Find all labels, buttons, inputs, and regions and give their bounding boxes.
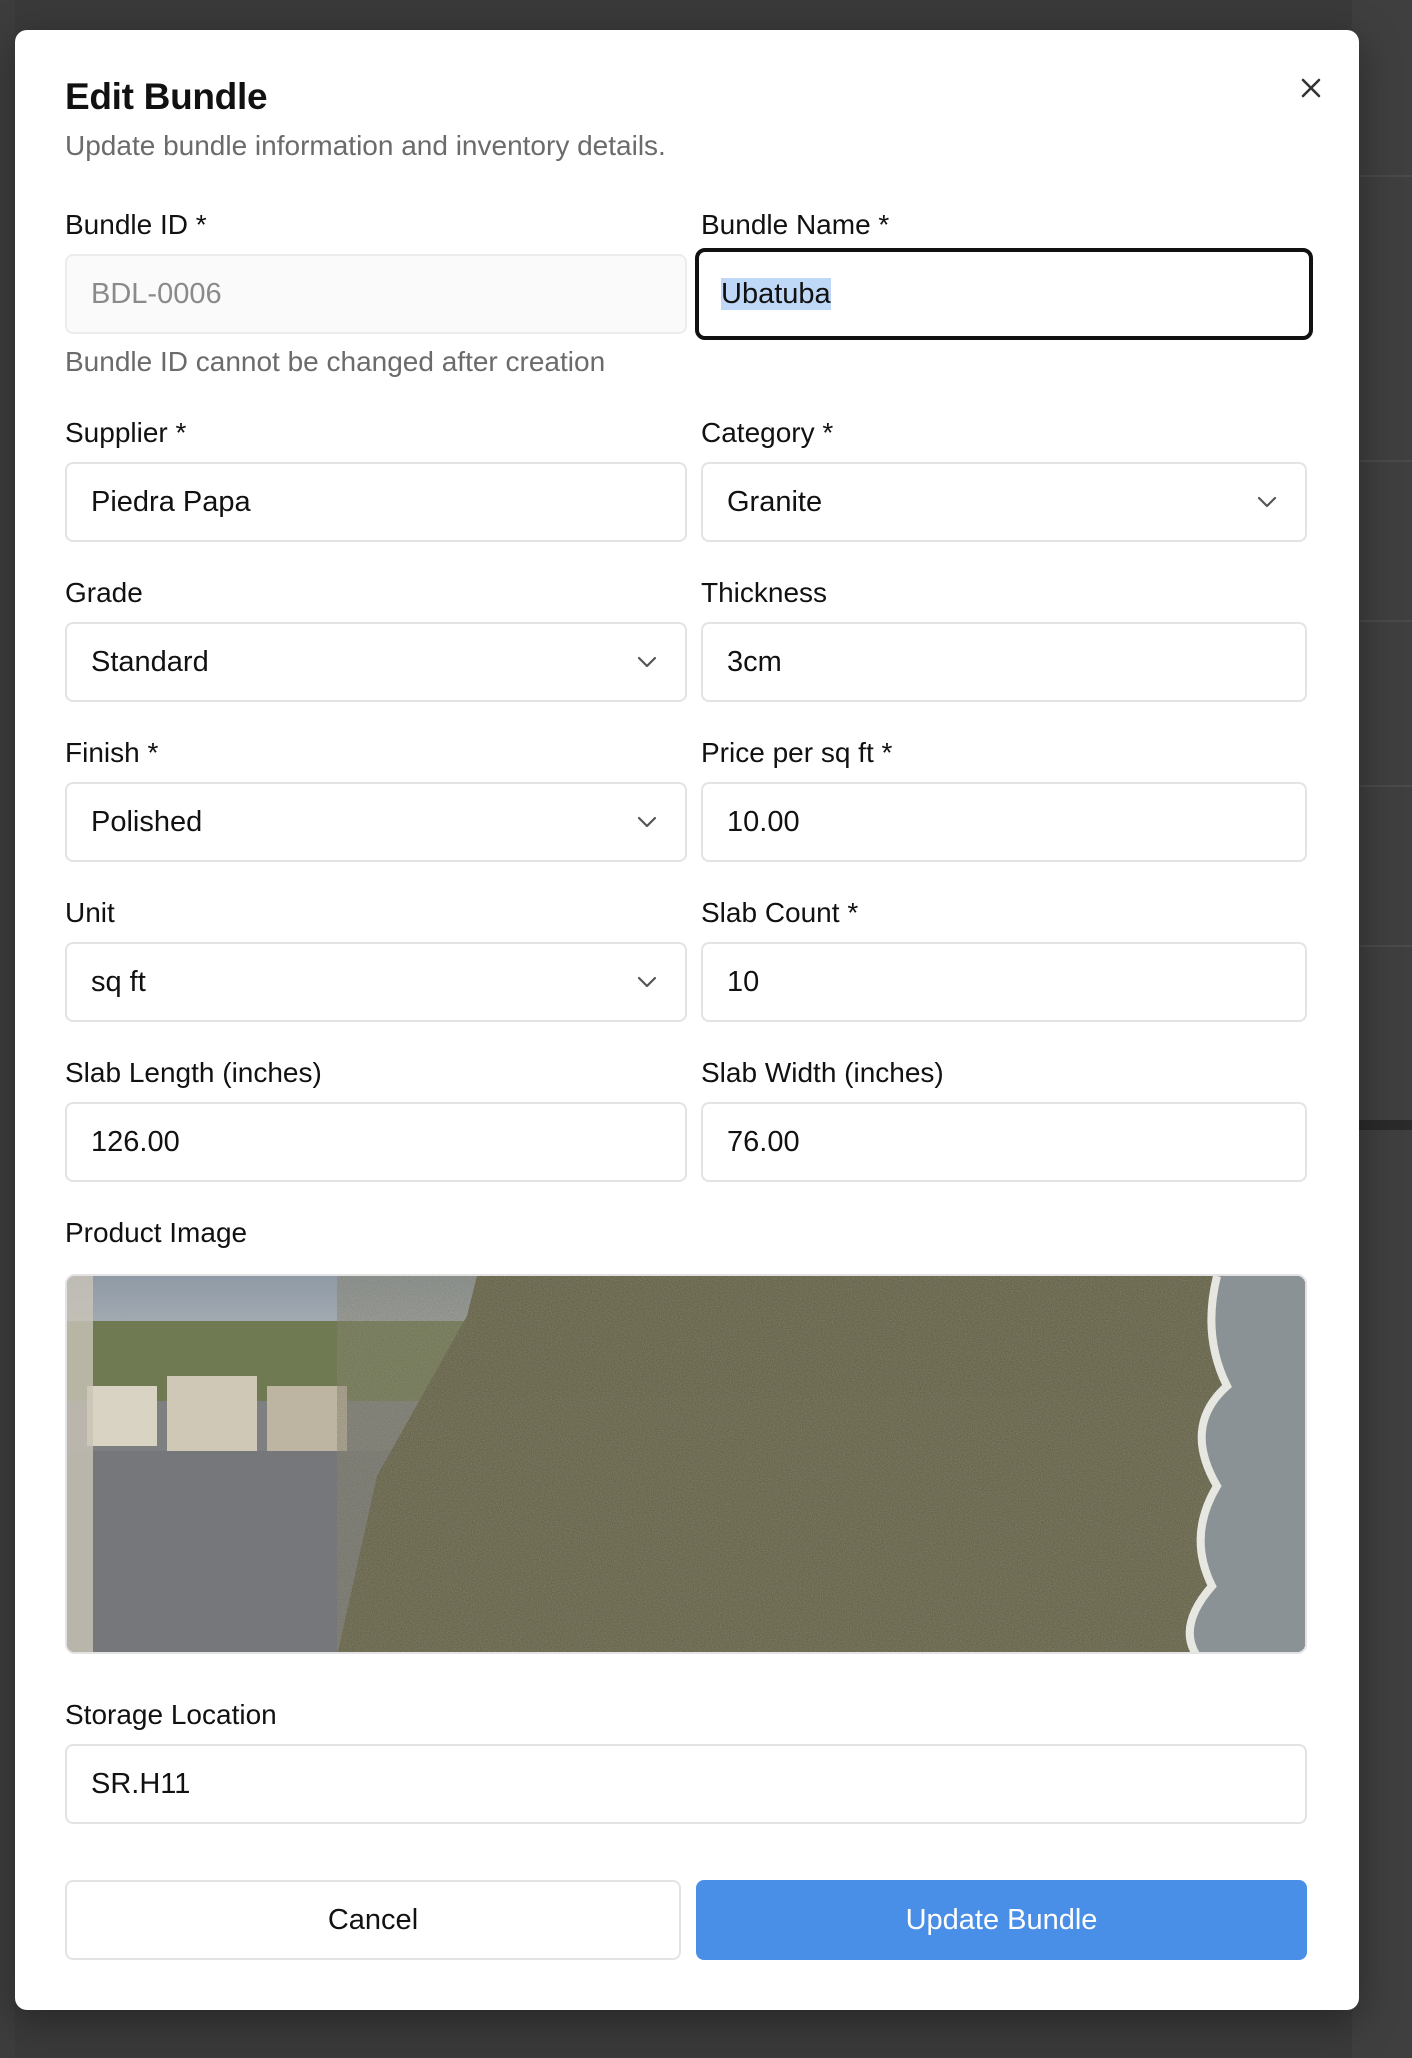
bundle-id-field: Bundle ID * BDL-0006 Bundle ID cannot be… [65, 208, 687, 378]
update-bundle-button[interactable]: Update Bundle [696, 1880, 1307, 1960]
thickness-input[interactable]: 3cm [701, 622, 1307, 702]
category-value: Granite [727, 485, 823, 518]
background-divider [1352, 620, 1412, 622]
grade-label: Grade [65, 577, 143, 608]
product-image[interactable] [65, 1274, 1307, 1654]
slab-length-input[interactable]: 126.00 [65, 1102, 687, 1182]
edit-bundle-dialog: Edit Bundle Update bundle information an… [15, 30, 1359, 2010]
slab-count-field: Slab Count * 10 [701, 896, 1307, 1022]
chevron-down-icon [633, 808, 661, 836]
slab-width-input[interactable]: 76.00 [701, 1102, 1307, 1182]
supplier-value: Piedra Papa [91, 485, 251, 518]
finish-select[interactable]: Polished [65, 782, 687, 862]
unit-select[interactable]: sq ft [65, 942, 687, 1022]
supplier-input[interactable]: Piedra Papa [65, 462, 687, 542]
slab-width-field: Slab Width (inches) 76.00 [701, 1056, 1307, 1182]
thickness-label: Thickness [701, 577, 828, 608]
product-image-field: Product Image [65, 1216, 1307, 1262]
bundle-name-field: Bundle Name * Ubatuba [695, 208, 1313, 340]
thickness-field: Thickness 3cm [701, 576, 1307, 702]
bundle-name-input[interactable]: Ubatuba [695, 248, 1313, 340]
chevron-down-icon [1253, 488, 1281, 516]
storage-location-field: Storage Location SR.H11 [65, 1698, 1307, 1824]
category-select[interactable]: Granite [701, 462, 1307, 542]
product-image-label: Product Image [65, 1217, 248, 1248]
bundle-name-value: Ubatuba [721, 277, 831, 310]
grade-value: Standard [91, 645, 209, 678]
finish-label: Finish * [65, 737, 159, 768]
background-divider [1352, 945, 1412, 947]
cancel-button[interactable]: Cancel [65, 1880, 681, 1960]
storage-location-label: Storage Location [65, 1699, 277, 1730]
price-value: 10.00 [727, 805, 800, 838]
background-divider [1352, 1120, 1412, 1130]
bundle-id-hint: Bundle ID cannot be changed after creati… [65, 346, 606, 377]
slab-count-input[interactable]: 10 [701, 942, 1307, 1022]
slab-length-label: Slab Length (inches) [65, 1057, 322, 1088]
slab-length-field: Slab Length (inches) 126.00 [65, 1056, 687, 1182]
bundle-id-label: Bundle ID * [65, 209, 207, 240]
unit-value: sq ft [91, 965, 146, 998]
background-page [0, 0, 15, 2058]
price-input[interactable]: 10.00 [701, 782, 1307, 862]
grade-field: Grade Standard [65, 576, 687, 702]
background-divider [1352, 175, 1412, 177]
slab-length-value: 126.00 [91, 1125, 180, 1158]
storage-location-input[interactable]: SR.H11 [65, 1744, 1307, 1824]
chevron-down-icon [633, 648, 661, 676]
background-divider [1352, 460, 1412, 462]
background-divider [1352, 785, 1412, 787]
slab-count-label: Slab Count * [701, 897, 859, 928]
background-page-edge [1352, 0, 1412, 2058]
category-label: Category * [701, 417, 834, 448]
granite-slab-photo [67, 1276, 1305, 1652]
finish-value: Polished [91, 805, 203, 838]
bundle-id-value: BDL-0006 [91, 277, 222, 310]
bundle-name-label: Bundle Name * [701, 209, 890, 240]
slab-width-label: Slab Width (inches) [701, 1057, 944, 1088]
close-button[interactable] [1291, 68, 1331, 108]
slab-width-value: 76.00 [727, 1125, 800, 1158]
storage-location-value: SR.H11 [91, 1767, 191, 1800]
category-field: Category * Granite [701, 416, 1307, 542]
supplier-label: Supplier * [65, 417, 187, 448]
close-icon [1301, 78, 1321, 98]
price-field: Price per sq ft * 10.00 [701, 736, 1307, 862]
chevron-down-icon [633, 968, 661, 996]
finish-field: Finish * Polished [65, 736, 687, 862]
unit-field: Unit sq ft [65, 896, 687, 1022]
price-label: Price per sq ft * [701, 737, 893, 768]
unit-label: Unit [65, 897, 115, 928]
thickness-value: 3cm [727, 645, 782, 678]
dialog-subtitle: Update bundle information and inventory … [65, 130, 666, 161]
bundle-id-input: BDL-0006 [65, 254, 687, 334]
dialog-title: Edit Bundle [65, 76, 268, 117]
supplier-field: Supplier * Piedra Papa [65, 416, 687, 542]
slab-count-value: 10 [727, 965, 760, 998]
grade-select[interactable]: Standard [65, 622, 687, 702]
